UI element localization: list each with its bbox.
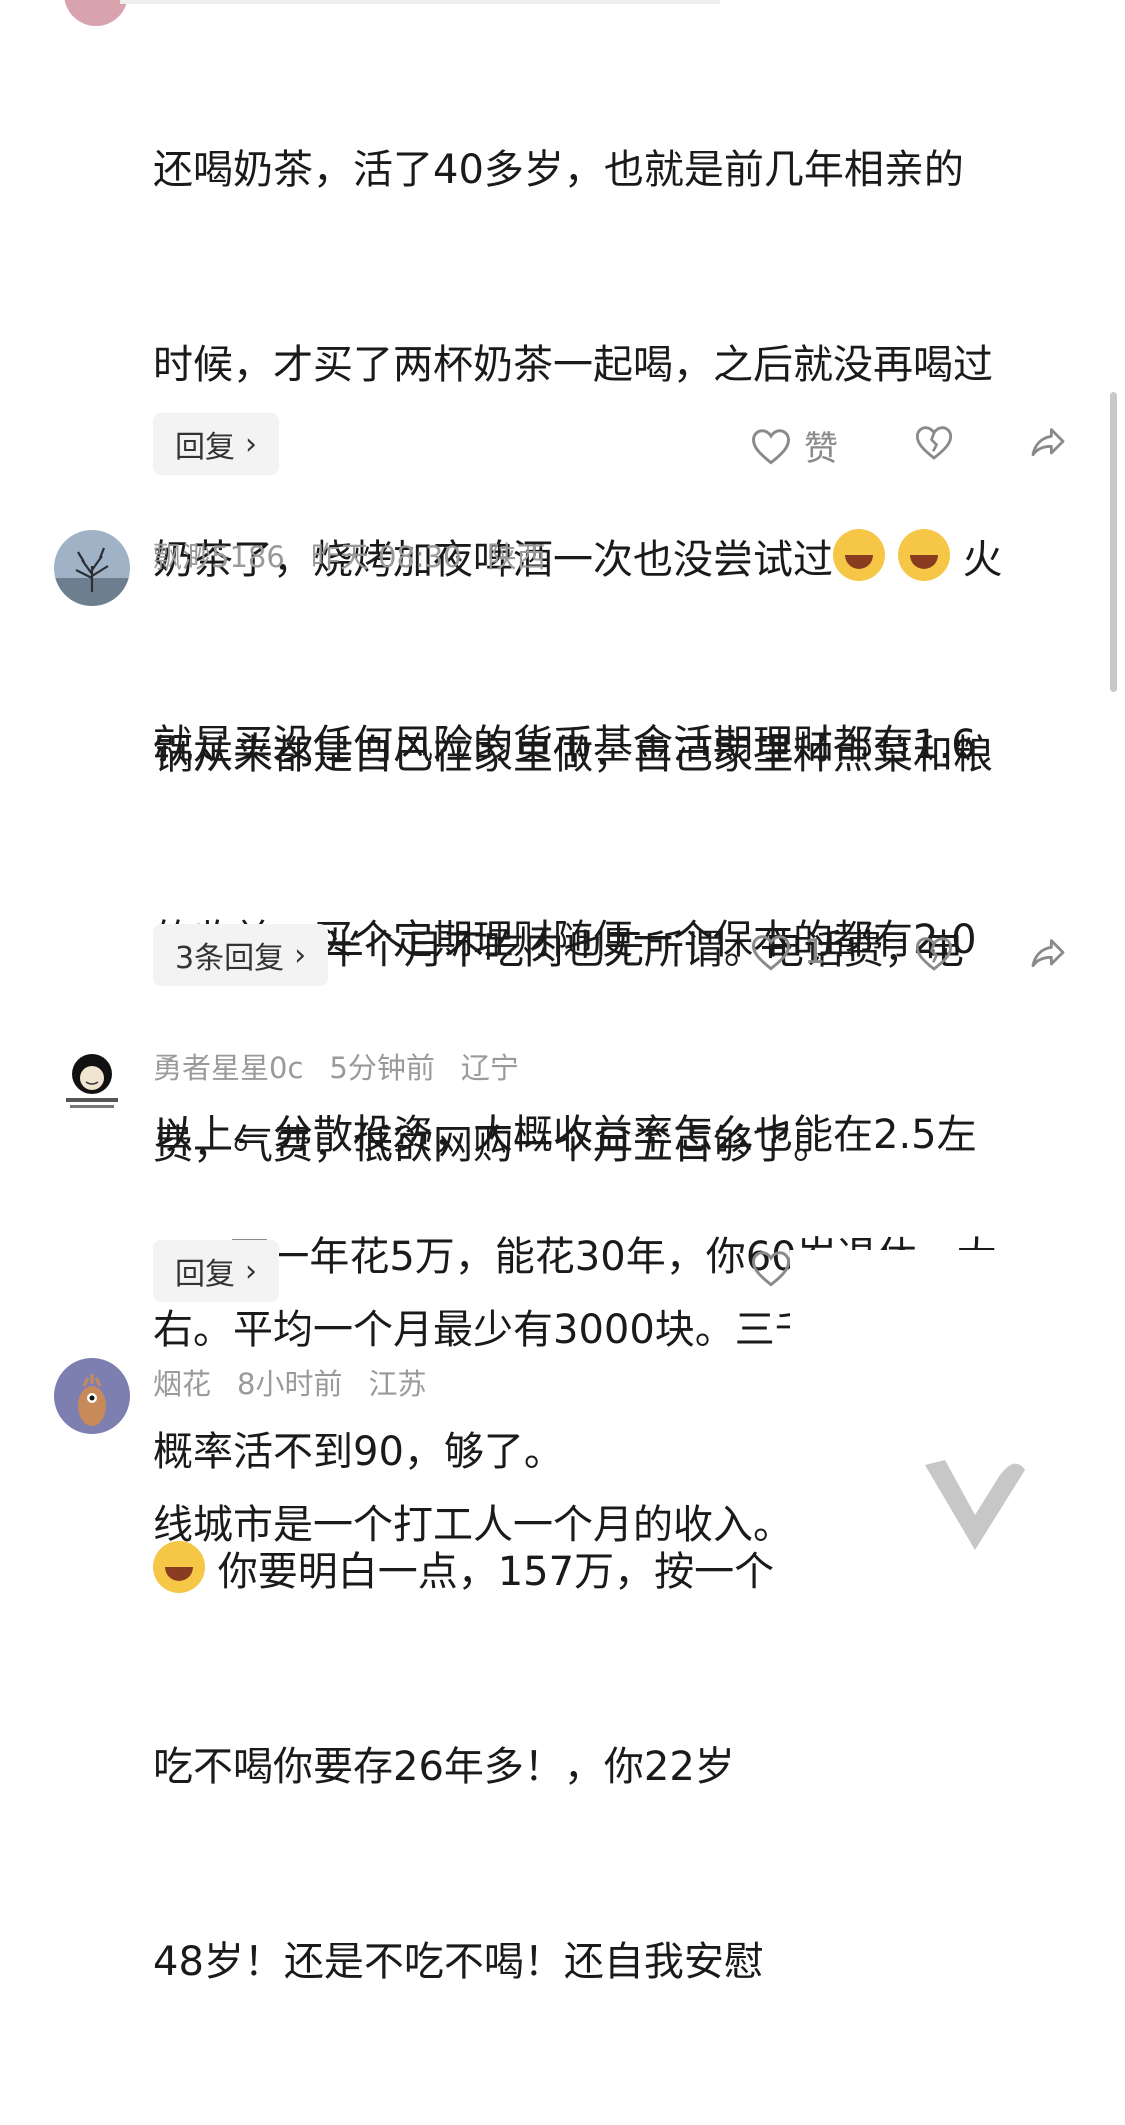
character-avatar-image <box>54 1358 130 1434</box>
broken-heart-icon[interactable] <box>914 423 954 463</box>
reply-button[interactable]: 回复 › <box>153 1240 279 1302</box>
timestamp: 8小时前 <box>237 1367 343 1401</box>
comment-actions: 赞 <box>750 413 1080 475</box>
chevron-right-icon: › <box>294 937 307 973</box>
avatar[interactable] <box>54 1358 130 1434</box>
comment-line: 时候，才买了两杯奶茶一起喝，之后就没再喝过 <box>153 342 993 388</box>
chevron-right-icon: › <box>245 426 257 462</box>
meme-avatar-image <box>54 1042 130 1118</box>
view-replies-button[interactable]: 3条回复 › <box>153 924 329 986</box>
laughing-tears-emoji-icon <box>833 529 885 581</box>
username[interactable]: 勇者星星0c <box>153 1051 303 1085</box>
username[interactable]: 烟花 <box>153 1367 211 1401</box>
divider <box>120 0 720 4</box>
laughing-tears-emoji-icon <box>897 529 950 581</box>
comment-line: 吃不喝你要存26年多！，你22岁 <box>153 1744 735 1790</box>
comment-line: 就是买没任何风险的货币基金活期理财都有1.6 <box>153 722 977 768</box>
like-count: 1 <box>804 932 826 972</box>
like-button[interactable] <box>750 1248 792 1288</box>
comment-line-tail: 火 <box>962 537 1003 583</box>
tree-avatar-image <box>54 530 130 606</box>
broken-heart-icon[interactable] <box>914 934 954 974</box>
comment-line: 还喝奶茶，活了40多岁，也就是前几年相亲的 <box>153 147 964 193</box>
comment-meta: 烟花 8小时前 江苏 <box>153 1361 452 1403</box>
reply-button-label: 3条回复 <box>175 941 285 976</box>
timestamp: 昨天 08:30 <box>310 540 462 574</box>
like-button[interactable]: 赞 <box>750 421 838 470</box>
heart-watermark-icon <box>925 1460 1025 1550</box>
region: 江苏 <box>368 1367 427 1401</box>
comment-meta: 勇者星星0c 5分钟前 辽宁 <box>153 1045 545 1087</box>
scrollbar[interactable] <box>1110 392 1117 692</box>
previous-avatar[interactable] <box>64 0 128 26</box>
reply-button-label: 回复 <box>175 430 235 465</box>
comment-meta: 飘渺5186 昨天 08:30 陕西 <box>153 534 572 576</box>
comment-line-text: 你要明白一点，157万，按一个 <box>217 1549 775 1595</box>
like-count: 赞 <box>804 429 838 469</box>
avatar[interactable] <box>54 1042 130 1118</box>
heart-outline-icon <box>752 935 790 971</box>
avatar[interactable] <box>54 530 130 606</box>
chevron-right-icon: › <box>245 1253 257 1289</box>
comment-actions: 1 <box>750 924 1080 986</box>
region: 陕西 <box>487 540 546 574</box>
share-arrow-icon[interactable] <box>1028 934 1068 974</box>
laughing-tears-emoji-icon <box>153 1541 205 1593</box>
username[interactable]: 飘渺5186 <box>153 540 285 574</box>
share-arrow-icon[interactable] <box>1028 423 1068 463</box>
like-button[interactable]: 1 <box>750 932 826 972</box>
reply-button-label: 回复 <box>175 1257 235 1292</box>
comment-line: 48岁！还是不吃不喝！还自我安慰 <box>153 1939 764 1985</box>
reply-button[interactable]: 回复 › <box>153 413 279 475</box>
region: 辽宁 <box>460 1051 519 1085</box>
heart-outline-icon <box>752 428 790 465</box>
heart-outline-icon <box>752 1251 790 1287</box>
timestamp: 5分钟前 <box>329 1051 435 1085</box>
